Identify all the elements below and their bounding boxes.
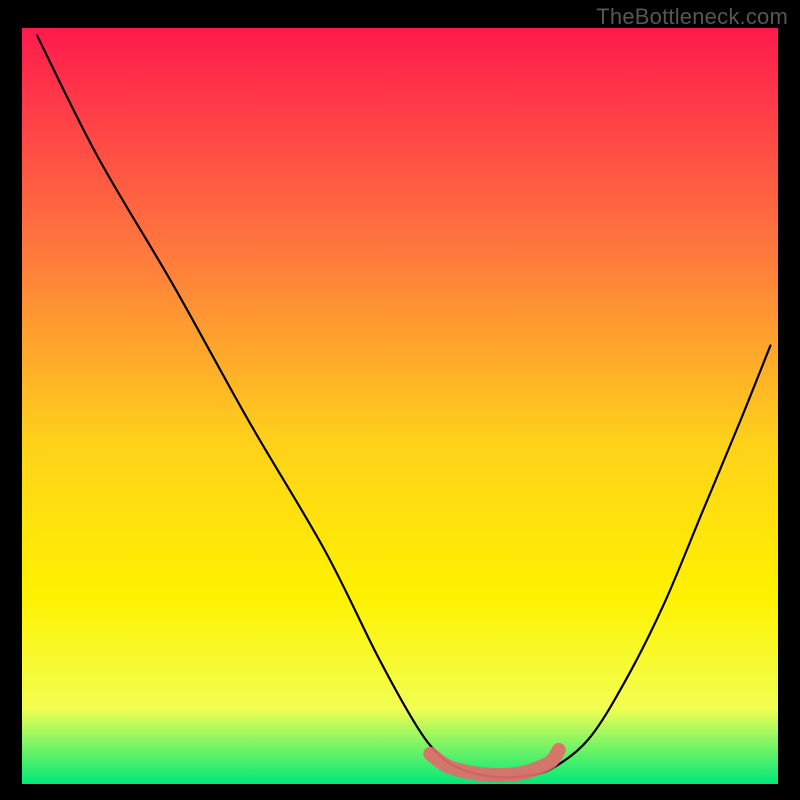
chart-svg <box>22 28 778 784</box>
gradient-background <box>22 28 778 784</box>
plot-area <box>22 28 778 784</box>
watermark-text: TheBottleneck.com <box>596 4 788 30</box>
chart-frame: TheBottleneck.com <box>0 0 800 800</box>
